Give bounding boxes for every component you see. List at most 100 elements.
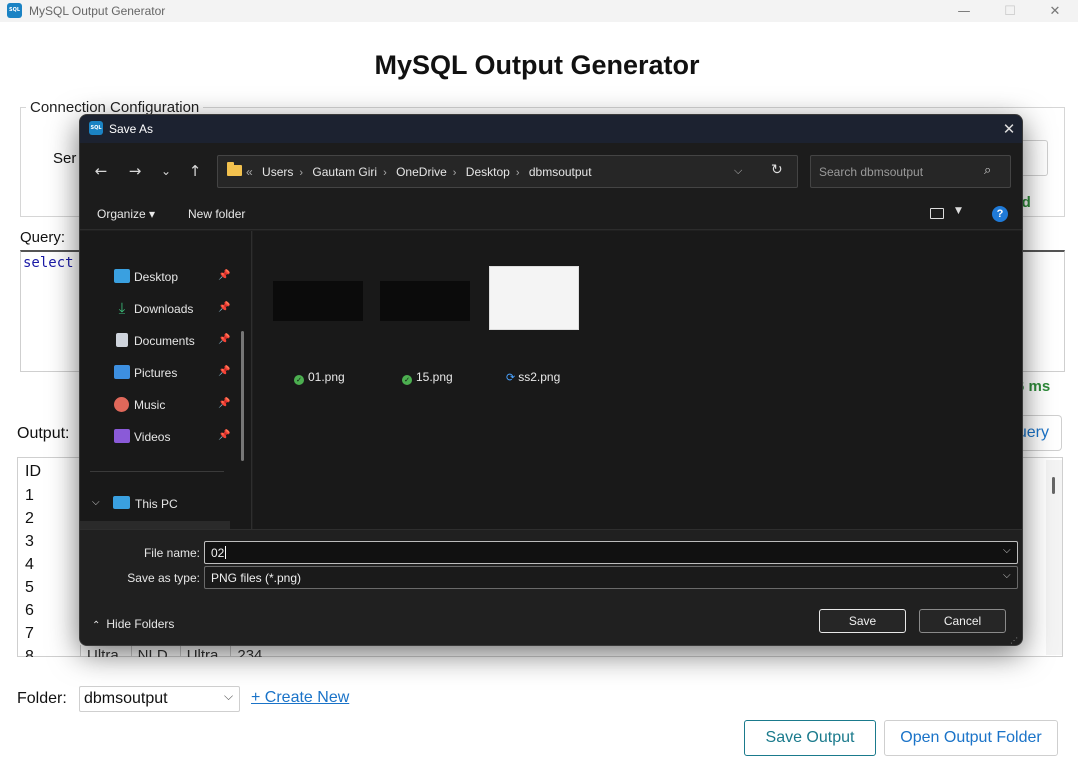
breadcrumb-users[interactable]: Users	[262, 165, 293, 179]
dialog-navbar: ← → ⌄ ↑ « Users › Gautam Giri › OneDrive › …	[80, 143, 1022, 199]
address-bar[interactable]: « Users › Gautam Giri › OneDrive › Desktop ›…	[217, 155, 798, 188]
nav-item-label: Downloads	[134, 302, 194, 316]
app-icon: SQL	[7, 3, 22, 18]
nav-item-label: Videos	[134, 430, 171, 444]
resize-grip-icon[interactable]: ⋰	[1010, 636, 1018, 645]
chevron-down-icon: ⌵	[224, 689, 234, 703]
table-row: 7	[25, 625, 34, 642]
chevron-up-icon: ⌃	[92, 620, 101, 631]
folder-label: Folder:	[17, 690, 67, 707]
table-cell: 234	[230, 645, 268, 657]
nav-pane-scrollbar[interactable]	[241, 331, 244, 461]
create-new-link[interactable]: + Create New	[251, 689, 349, 707]
file-name-label: File name:	[143, 546, 200, 560]
hide-folders-button[interactable]: ⌃ Hide Folders	[92, 617, 174, 631]
nav-item-videos[interactable]: Videos 📌	[114, 427, 244, 447]
dialog-close-button[interactable]: ✕	[998, 118, 1020, 140]
refresh-icon[interactable]: ↻	[771, 162, 783, 178]
folder-select-value: dbmsoutput	[84, 690, 168, 707]
dialog-titlebar: SQL Save As ✕	[80, 115, 1022, 143]
output-label: Output:	[17, 425, 70, 442]
nav-item-pictures[interactable]: Pictures 📌	[114, 363, 244, 383]
music-icon	[114, 397, 129, 412]
save-as-type-value: PNG files (*.png)	[211, 571, 302, 585]
pin-icon: 📌	[218, 270, 231, 281]
text-caret	[225, 546, 227, 559]
chevron-right-icon[interactable]: ›	[516, 167, 520, 179]
nav-item-documents[interactable]: Documents 📌	[114, 331, 244, 351]
desktop-icon	[114, 269, 130, 283]
chevron-down-icon[interactable]: ⌵	[734, 164, 742, 178]
computer-icon	[113, 496, 130, 509]
maximize-button[interactable]: ☐	[987, 0, 1033, 22]
download-icon: ⤓	[118, 299, 126, 317]
chevron-right-icon[interactable]: ›	[453, 167, 457, 179]
file-name-text: 02	[211, 546, 225, 560]
save-output-button[interactable]: Save Output	[744, 720, 876, 756]
file-name-text: 01.png	[308, 370, 345, 384]
navigation-pane: Desktop 📌 ⤓ Downloads 📌 Documents 📌 Pict…	[80, 231, 252, 529]
app-titlebar: SQL MySQL Output Generator — ☐ ✕	[0, 0, 1078, 22]
breadcrumb-user[interactable]: Gautam Giri	[312, 165, 377, 179]
breadcrumb-dbmsoutput[interactable]: dbmsoutput	[529, 165, 592, 179]
breadcrumb-onedrive[interactable]: OneDrive	[396, 165, 447, 179]
chevron-down-icon[interactable]: ⌵	[1003, 545, 1011, 556]
output-header-id: ID	[25, 463, 41, 480]
documents-icon	[116, 333, 128, 347]
chevron-down-icon: ⌵	[1003, 570, 1011, 581]
up-arrow-icon[interactable]: ↑	[184, 161, 206, 181]
file-list: ✓ 01.png ✓ 15.png ⟳ ss2.png	[253, 231, 1022, 529]
breadcrumb-desktop[interactable]: Desktop	[466, 165, 510, 179]
file-name: ✓ 15.png	[402, 370, 453, 385]
hide-folders-label: Hide Folders	[106, 617, 175, 631]
chevron-right-icon[interactable]: ›	[299, 167, 303, 179]
save-as-dialog: SQL Save As ✕ ← → ⌄ ↑ « Users › Gautam Gi…	[79, 114, 1023, 646]
search-input[interactable]: Search dbmsoutput ⌕	[810, 155, 1011, 188]
table-row: 4	[25, 556, 34, 573]
breadcrumb: « Users › Gautam Giri › OneDrive › Desktop ›…	[246, 165, 592, 179]
dialog-footer: File name: 02 ⌵ Save as type: PNG files …	[80, 529, 1022, 645]
organize-menu[interactable]: Organize ▾	[97, 207, 155, 221]
nav-item-partial	[80, 521, 230, 529]
help-icon[interactable]: ?	[992, 206, 1008, 222]
nav-item-desktop[interactable]: Desktop 📌	[114, 267, 244, 287]
table-row: 8	[25, 648, 34, 657]
back-arrow-icon[interactable]: ←	[90, 161, 112, 181]
pin-icon: 📌	[218, 366, 231, 377]
pin-icon: 📌	[218, 430, 231, 441]
open-output-folder-button[interactable]: Open Output Folder	[884, 720, 1058, 756]
save-as-type-select[interactable]: PNG files (*.png) ⌵	[204, 566, 1018, 589]
table-row: 5	[25, 579, 34, 596]
file-name: ✓ 01.png	[294, 370, 345, 385]
close-button[interactable]: ✕	[1032, 0, 1078, 22]
nav-item-downloads[interactable]: ⤓ Downloads 📌	[114, 299, 244, 319]
breadcrumb-overflow[interactable]: «	[246, 165, 253, 179]
server-input[interactable]	[1020, 140, 1048, 176]
dialog-title: Save As	[109, 122, 154, 136]
table-cell: NLD	[130, 645, 174, 657]
chevron-right-icon[interactable]: ›	[383, 167, 387, 179]
table-cell: Ultra	[80, 645, 125, 657]
save-button[interactable]: Save	[819, 609, 906, 633]
chevron-down-icon[interactable]: ▼	[955, 206, 962, 216]
cancel-button[interactable]: Cancel	[919, 609, 1006, 633]
nav-item-label: This PC	[135, 497, 178, 511]
nav-item-this-pc[interactable]: ⌵ This PC	[90, 494, 240, 516]
file-name-input[interactable]: 02 ⌵	[204, 541, 1018, 564]
file-name-text: ss2.png	[518, 370, 561, 384]
output-scrollbar-thumb[interactable]	[1052, 477, 1055, 494]
forward-arrow-icon[interactable]: →	[124, 161, 146, 181]
recent-locations-chevron-icon[interactable]: ⌄	[155, 161, 177, 181]
new-folder-button[interactable]: New folder	[188, 207, 245, 221]
table-row: 3	[25, 533, 34, 550]
server-label: Ser	[53, 150, 77, 167]
chevron-down-icon[interactable]: ⌵	[92, 497, 100, 508]
nav-item-music[interactable]: Music 📌	[114, 395, 244, 415]
pin-icon: 📌	[218, 334, 231, 345]
file-thumbnail	[380, 281, 470, 321]
file-name: ⟳ ss2.png	[506, 370, 560, 384]
view-mode-icon[interactable]	[930, 208, 944, 219]
nav-item-label: Music	[134, 398, 166, 412]
table-row: 6	[25, 602, 34, 619]
minimize-button[interactable]: —	[941, 0, 987, 22]
